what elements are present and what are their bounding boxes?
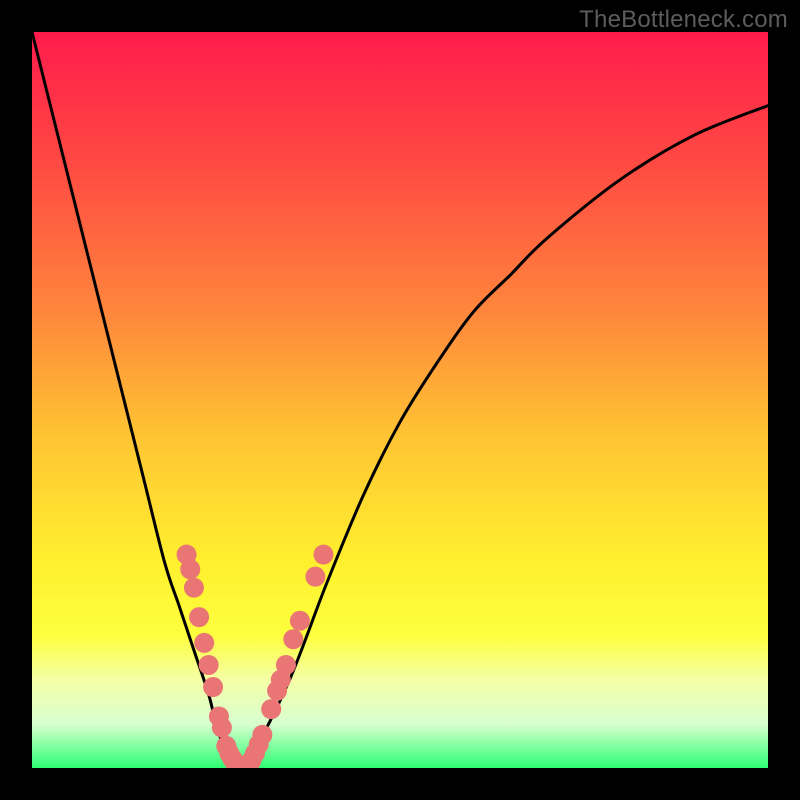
data-point [313, 545, 333, 565]
data-point [276, 655, 296, 675]
data-point [252, 725, 272, 745]
data-point [180, 559, 200, 579]
data-point [184, 578, 204, 598]
data-point [212, 718, 232, 738]
data-point [189, 607, 209, 627]
data-point [203, 677, 223, 697]
chart-frame: TheBottleneck.com [0, 0, 800, 800]
data-point [194, 633, 214, 653]
data-point [290, 611, 310, 631]
data-point [199, 655, 219, 675]
data-point [261, 699, 281, 719]
chart-svg [32, 32, 768, 768]
watermark-text: TheBottleneck.com [579, 6, 788, 34]
data-point [283, 629, 303, 649]
plot-background-gradient [32, 32, 768, 768]
data-point [305, 567, 325, 587]
marked-points-group [177, 545, 334, 768]
bottleneck-curve [32, 32, 768, 768]
curve-group [32, 32, 768, 768]
